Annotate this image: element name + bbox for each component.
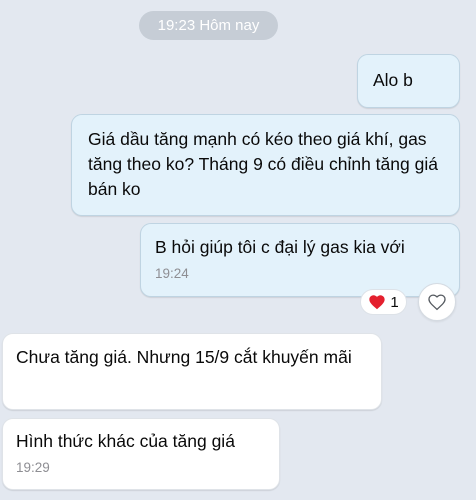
message-text: Hình thức khác của tăng giá bbox=[16, 431, 235, 451]
reaction-badge[interactable]: 1 bbox=[360, 289, 407, 315]
message-text: B hỏi giúp tôi c đại lý gas kia với bbox=[155, 237, 405, 257]
chat-thread: 19:23 Hôm nay Alo b Giá dầu tăng mạnh có… bbox=[0, 0, 476, 500]
heart-icon bbox=[369, 295, 385, 310]
message-bubble-sent[interactable]: B hỏi giúp tôi c đại lý gas kia với 19:2… bbox=[140, 223, 460, 297]
message-text: Alo b bbox=[373, 70, 413, 90]
message-timestamp: 19:29 bbox=[16, 460, 50, 475]
message-timestamp: 19:24 bbox=[155, 266, 189, 281]
message-bubble-received[interactable]: Chưa tăng giá. Nhưng 15/9 cắt khuyến mãi bbox=[2, 333, 382, 410]
message-bubble-sent[interactable]: Alo b bbox=[357, 54, 460, 108]
message-text: Chưa tăng giá. Nhưng 15/9 cắt khuyến mãi bbox=[16, 347, 352, 367]
reaction-count: 1 bbox=[390, 293, 399, 311]
heart-outline-icon bbox=[428, 294, 446, 311]
react-button[interactable] bbox=[418, 283, 456, 321]
message-text: Giá dầu tăng mạnh có kéo theo giá khí, g… bbox=[88, 129, 438, 199]
message-bubble-sent[interactable]: Giá dầu tăng mạnh có kéo theo giá khí, g… bbox=[71, 114, 460, 216]
date-divider: 19:23 Hôm nay bbox=[139, 11, 278, 40]
message-bubble-received[interactable]: Hình thức khác của tăng giá 19:29 bbox=[2, 418, 280, 490]
